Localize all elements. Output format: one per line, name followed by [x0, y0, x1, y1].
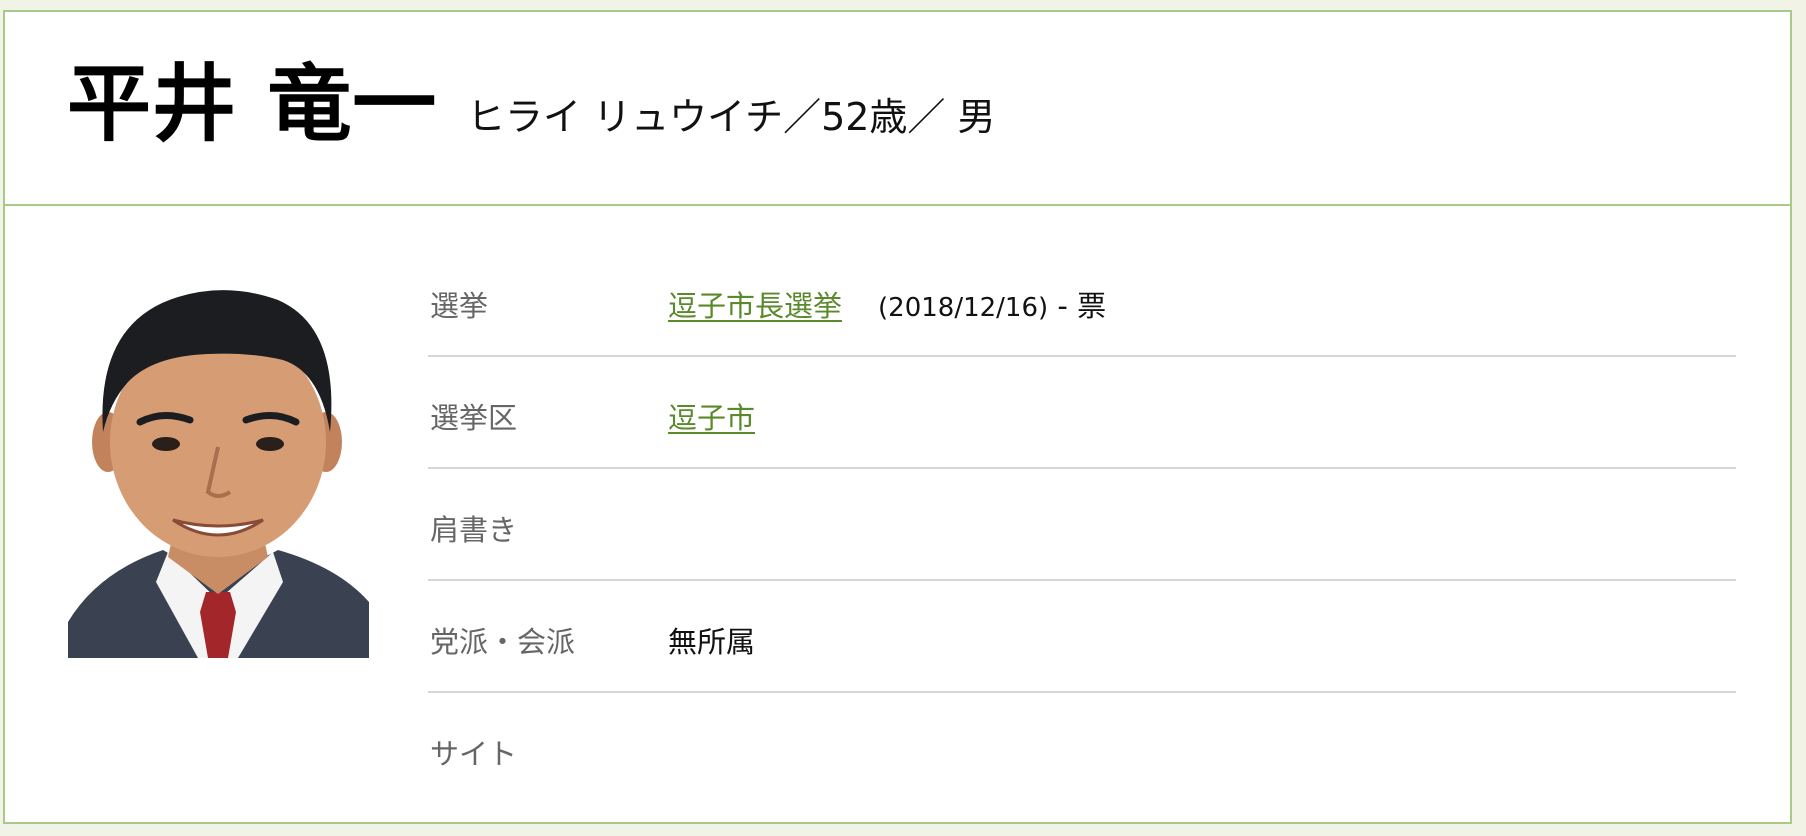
- party-value: 無所属: [668, 625, 756, 659]
- district-link[interactable]: 逗子市: [668, 401, 755, 435]
- site-label: サイト: [430, 737, 518, 771]
- election-label: 選挙: [430, 289, 489, 323]
- detail-row-election: 選挙 逗子市長選挙 (2018/12/16) - 票: [428, 245, 1736, 357]
- candidate-header: 平井 竜一 ヒライ リュウイチ／52歳／ 男: [5, 12, 1790, 206]
- candidate-card: 平井 竜一 ヒライ リュウイチ／52歳／ 男 選挙 逗子市長選挙 (2018/1…: [3, 10, 1792, 824]
- candidate-details: 選挙 逗子市長選挙 (2018/12/16) - 票 選挙区 逗子市 肩書き 党派…: [428, 245, 1736, 805]
- election-value: 逗子市長選挙 (2018/12/16) - 票: [668, 283, 1106, 325]
- detail-row-site: サイト: [428, 693, 1736, 805]
- party-label: 党派・会派: [430, 625, 576, 659]
- detail-row-title: 肩書き: [428, 469, 1736, 581]
- detail-row-district: 選挙区 逗子市: [428, 357, 1736, 469]
- title-label: 肩書き: [430, 513, 518, 547]
- election-link[interactable]: 逗子市長選挙: [668, 289, 842, 323]
- election-date: (2018/12/16): [878, 293, 1049, 323]
- detail-row-party: 党派・会派 無所属: [428, 581, 1736, 693]
- candidate-meta: ヒライ リュウイチ／52歳／ 男: [467, 95, 996, 139]
- candidate-name: 平井 竜一: [67, 55, 438, 153]
- candidate-photo: [68, 282, 369, 658]
- election-votes: - 票: [1048, 289, 1107, 323]
- district-label: 選挙区: [430, 401, 518, 435]
- district-value: 逗子市: [668, 395, 755, 437]
